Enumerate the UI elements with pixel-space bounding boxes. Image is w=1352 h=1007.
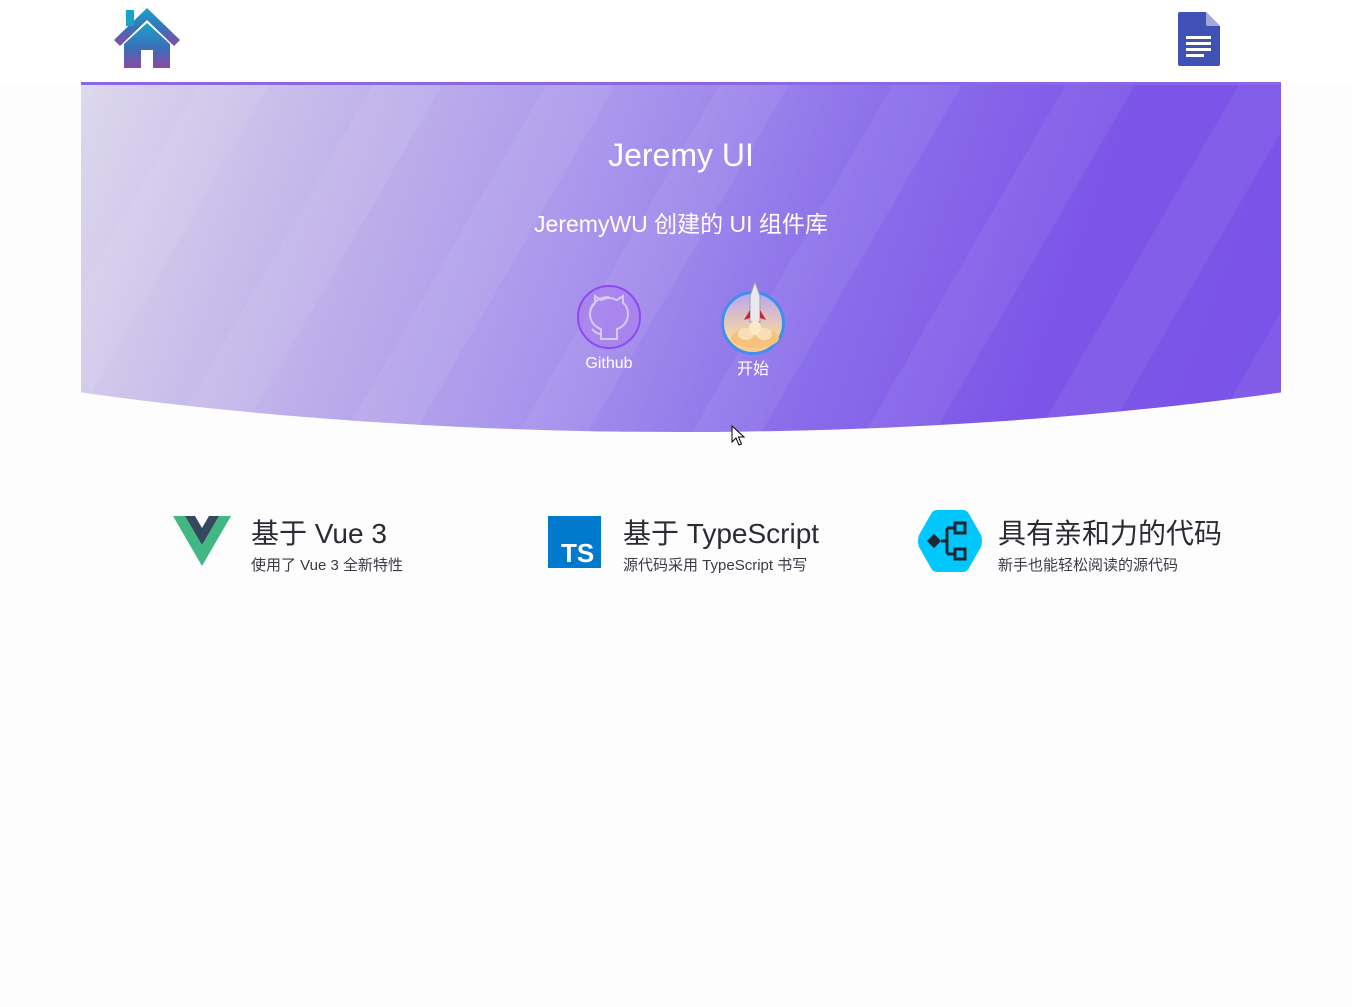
feature-typescript: TS 基于 TypeScript 源代码采用 TypeScript 书写 (548, 508, 848, 578)
rocket-launch-icon (721, 280, 785, 355)
home-logo-link[interactable] (112, 6, 182, 70)
mouse-pointer-icon (731, 425, 746, 446)
svg-text:TS: TS (561, 538, 594, 568)
feature-title: 基于 TypeScript (623, 518, 820, 549)
page: Jeremy UI JeremyWU 创建的 UI 组件库 Github 开始 … (0, 0, 1352, 1007)
document-icon (1178, 12, 1220, 66)
feature-friendly-code: 具有亲和力的代码 新手也能轻松阅读的源代码 (917, 508, 1247, 578)
hero-title: Jeremy UI (608, 137, 754, 173)
hero-subtitle: JeremyWU 创建的 UI 组件库 (534, 211, 828, 237)
feature-title: 具有亲和力的代码 (998, 518, 1223, 549)
github-button[interactable]: Github (564, 285, 654, 373)
feature-description: 源代码采用 TypeScript 书写 (623, 557, 808, 574)
start-label: 开始 (736, 361, 769, 378)
home-icon (114, 8, 180, 68)
start-button[interactable]: 开始 (708, 280, 798, 379)
code-structure-icon (918, 510, 982, 572)
feature-description: 新手也能轻松阅读的源代码 (998, 557, 1179, 574)
typescript-logo-icon: TS (548, 516, 601, 568)
hero-banner: Jeremy UI JeremyWU 创建的 UI 组件库 Github 开始 (81, 82, 1281, 432)
github-octocat-icon (577, 285, 641, 349)
docs-link[interactable] (1176, 10, 1222, 68)
feature-description: 使用了 Vue 3 全新特性 (251, 557, 403, 574)
vue-logo-icon (173, 516, 231, 566)
feature-title: 基于 Vue 3 (251, 518, 387, 549)
github-label: Github (585, 355, 633, 372)
top-nav (0, 0, 1352, 82)
feature-vue: 基于 Vue 3 使用了 Vue 3 全新特性 (173, 508, 453, 578)
